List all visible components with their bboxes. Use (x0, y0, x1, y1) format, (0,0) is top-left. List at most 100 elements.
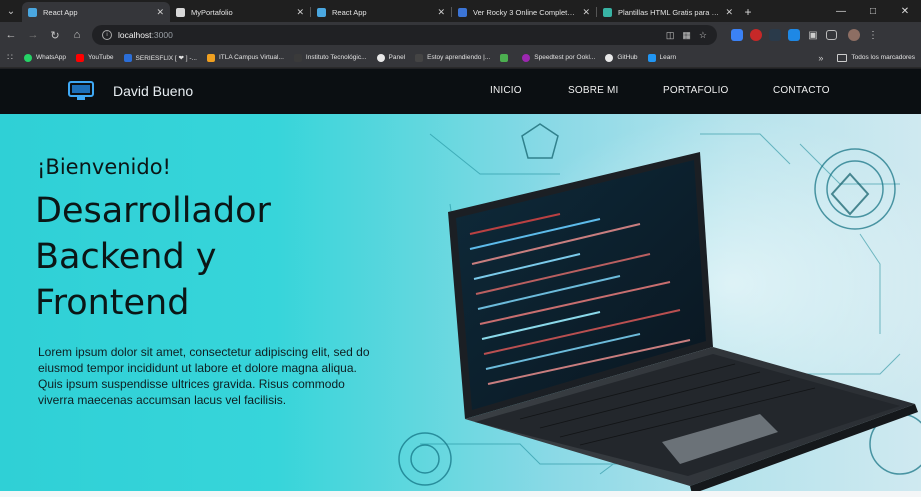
speedtest-icon (522, 53, 531, 62)
nav-sobre-mi[interactable]: SOBRE MI (568, 85, 619, 96)
bookmark-label: SERIESFLIX [ ❤ ] -... (135, 54, 197, 62)
chevron-right-icon[interactable]: » (818, 53, 823, 63)
install-app-icon[interactable]: ◫ (666, 30, 675, 41)
tab-label: Ver Rocky 3 Online Completa G (473, 7, 579, 17)
bookmark-star-icon[interactable]: ☆ (699, 30, 707, 41)
reload-icon[interactable]: ↻ (44, 24, 66, 46)
address-actions: ◫ ▦ ☆ (666, 30, 717, 41)
globe-icon (176, 7, 185, 17)
profile-avatar[interactable] (848, 29, 860, 41)
react-icon (317, 7, 326, 17)
bookmark-item[interactable] (500, 53, 512, 62)
hero-title: Desarrollador Backend y Frontend (35, 191, 271, 323)
extension-icon[interactable] (750, 29, 762, 41)
bookmark-item[interactable]: SERIESFLIX [ ❤ ] -... (123, 53, 197, 62)
react-icon (28, 7, 37, 17)
browser-toolbar: ← → ↻ ⌂ i localhost:3000 ◫ ▦ ☆ ▣ ⋮ (0, 22, 921, 48)
bookmark-item[interactable]: YouTube (76, 53, 114, 62)
extensions-bar: ▣ ⋮ (731, 29, 879, 41)
tab-0[interactable]: React App ✕ (22, 2, 170, 22)
bookmark-label: Learn (659, 54, 677, 61)
extension-icon[interactable] (769, 29, 781, 41)
hero-description: Lorem ipsum dolor sit amet, consectetur … (38, 345, 370, 407)
translate-icon[interactable]: ▦ (682, 30, 691, 41)
nav-portafolio[interactable]: PORTAFOLIO (663, 85, 729, 96)
close-icon[interactable]: ✕ (437, 7, 445, 18)
new-tab-button[interactable]: + (739, 2, 757, 22)
tab-label: Plantillas HTML Gratis para Des (618, 7, 722, 17)
bookmark-item[interactable]: ITLA Campus Virtual... (206, 53, 284, 62)
site-info-icon[interactable]: i (102, 30, 112, 40)
menu-kebab-icon[interactable]: ⋮ (867, 29, 879, 41)
sidebar-icon[interactable] (826, 30, 837, 40)
back-icon[interactable]: ← (0, 24, 22, 46)
close-icon[interactable]: ✕ (582, 7, 590, 18)
address-host: localhost (118, 30, 152, 40)
address-bar[interactable]: i localhost:3000 ◫ ▦ ☆ (92, 25, 717, 45)
github-icon (605, 53, 614, 62)
forward-icon[interactable]: → (22, 24, 44, 46)
youtube-icon (76, 53, 84, 62)
close-icon[interactable]: ✕ (156, 7, 164, 18)
monitor-icon[interactable] (68, 81, 94, 101)
site-navbar: David Bueno INICIO SOBRE MI PORTAFOLIO C… (0, 69, 921, 114)
whatsapp-icon (24, 53, 32, 62)
tab-label: React App (332, 7, 367, 17)
bookmark-item[interactable]: Learn (647, 53, 677, 62)
bookmarks-overflow: » Todos los marcadores (818, 53, 921, 63)
extension-icon[interactable] (731, 29, 743, 41)
tab-label: React App (43, 7, 78, 17)
folder-icon (837, 53, 848, 62)
page-bottom-strip (0, 491, 921, 497)
tab-strip: ⌄ React App ✕ MyPortafolio ✕ React App ✕… (0, 0, 921, 22)
seriesflix-icon (123, 53, 132, 62)
browser-window: ⌄ React App ✕ MyPortafolio ✕ React App ✕… (0, 0, 921, 497)
bookmark-label: WhatsApp (36, 54, 66, 61)
nav-inicio[interactable]: INICIO (490, 85, 522, 96)
bookmark-label: GitHub (617, 54, 638, 61)
tab-4[interactable]: Plantillas HTML Gratis para Des ✕ (597, 2, 739, 22)
close-window-icon[interactable]: ✕ (889, 0, 921, 22)
tab-3[interactable]: Ver Rocky 3 Online Completa G ✕ (452, 2, 596, 22)
hero-greeting: ¡Bienvenido! (37, 155, 171, 179)
bookmark-label: Panel (388, 54, 406, 61)
window-controls: — □ ✕ (825, 0, 921, 22)
nav-contacto[interactable]: CONTACTO (773, 85, 830, 96)
apps-grid-icon[interactable]: ∷ (0, 52, 20, 63)
templates-site-icon (603, 7, 612, 17)
brand-name[interactable]: David Bueno (113, 83, 193, 99)
bookmark-label: Instituto Tecnológic... (305, 54, 367, 61)
extensions-puzzle-icon[interactable]: ▣ (807, 29, 819, 41)
tab-label: MyPortafolio (191, 7, 233, 17)
close-icon[interactable]: ✕ (725, 7, 733, 18)
bookmark-label: Estoy aprendiendo |... (427, 54, 491, 61)
minimize-icon[interactable]: — (825, 0, 857, 22)
bookmark-label: YouTube (88, 54, 114, 61)
bookmark-label: ITLA Campus Virtual... (218, 54, 284, 61)
bookmark-item[interactable]: Estoy aprendiendo |... (415, 53, 491, 62)
tab-1[interactable]: MyPortafolio ✕ (170, 2, 310, 22)
maximize-icon[interactable]: □ (857, 0, 889, 22)
address-port: :3000 (151, 30, 173, 40)
home-icon[interactable]: ⌂ (66, 24, 88, 46)
bookmark-label: Speedtest por Ookl... (534, 54, 596, 61)
all-bookmarks-link[interactable]: Todos los marcadores (851, 54, 915, 61)
github-icon (376, 53, 385, 62)
bookmarks-bar: ∷ WhatsApp YouTube SERIESFLIX [ ❤ ] -...… (0, 48, 921, 68)
tab-2[interactable]: React App ✕ (311, 2, 451, 22)
bookmark-item[interactable]: GitHub (605, 53, 638, 62)
learn-icon (647, 53, 656, 62)
bookmark-item[interactable]: WhatsApp (24, 53, 66, 62)
close-icon[interactable]: ✕ (296, 7, 304, 18)
bookmark-item[interactable]: Speedtest por Ookl... (522, 53, 596, 62)
bookmark-favicon-icon (415, 53, 424, 62)
instituto-icon (293, 53, 302, 62)
itla-icon (206, 53, 215, 62)
extension-icon[interactable] (788, 29, 800, 41)
bookmark-item[interactable]: Instituto Tecnológic... (293, 53, 367, 62)
hero-section: ¡Bienvenido! Desarrollador Backend y Fro… (0, 114, 921, 491)
video-site-icon (458, 7, 467, 17)
tab-search-icon[interactable]: ⌄ (0, 0, 22, 22)
page-viewport: David Bueno INICIO SOBRE MI PORTAFOLIO C… (0, 69, 921, 497)
bookmark-item[interactable]: Panel (376, 53, 406, 62)
